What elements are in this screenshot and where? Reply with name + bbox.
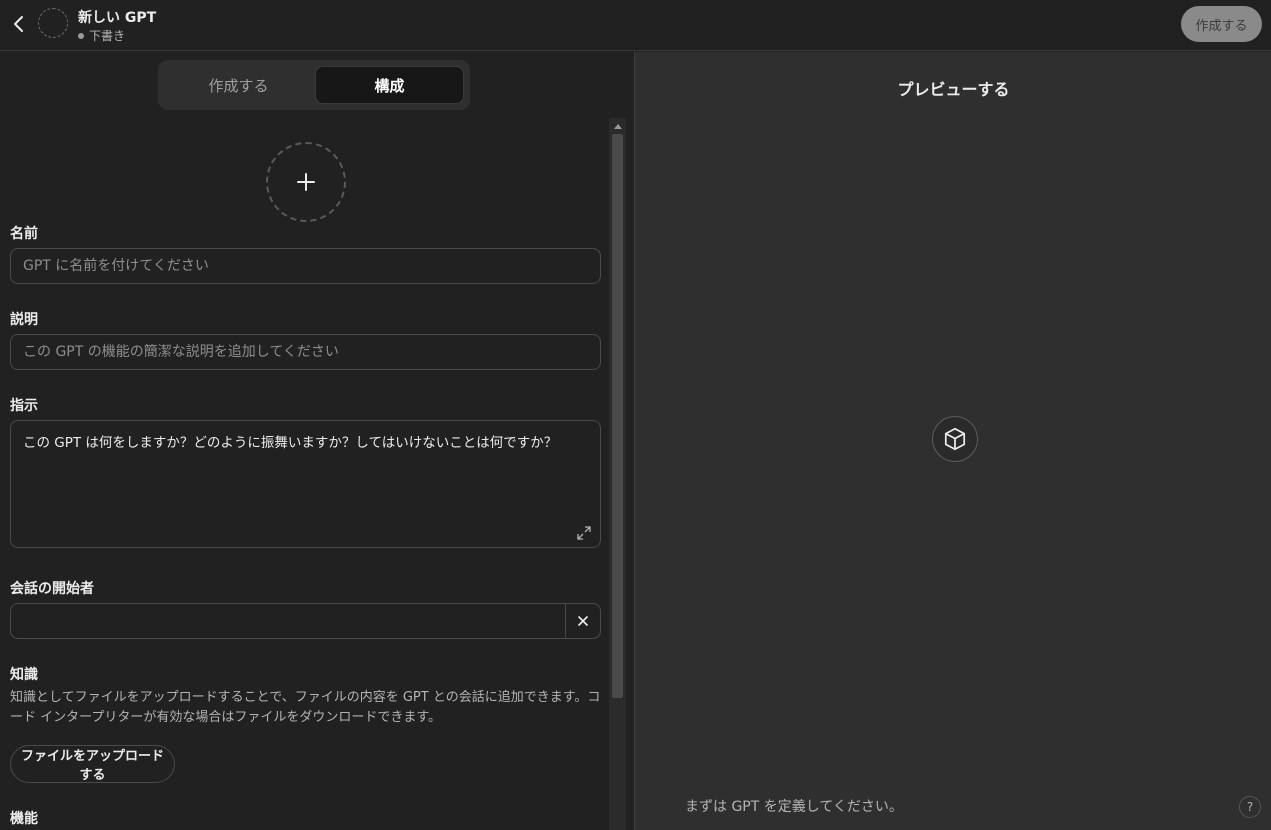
instructions-placeholder: この GPT は何をしますか？どのように振舞いますか？してはいけないことは何です…: [23, 435, 558, 451]
name-input[interactable]: [11, 249, 600, 283]
tab-configure[interactable]: 構成: [315, 66, 464, 104]
description-label: 説明: [10, 312, 38, 328]
description-field[interactable]: [10, 334, 601, 370]
preview-panel: プレビューする まずは GPT を定義してください。 ?: [634, 52, 1271, 830]
preview-hint: まずは GPT を定義してください。: [685, 799, 903, 815]
status-label: 下書き: [89, 29, 126, 43]
upload-avatar-button[interactable]: [266, 142, 346, 222]
tab-create[interactable]: 作成する: [164, 66, 313, 104]
create-button[interactable]: 作成する: [1181, 6, 1262, 42]
knowledge-label: 知識: [10, 667, 38, 683]
upload-files-button[interactable]: ファイルをアップロードする: [10, 745, 175, 783]
draft-status: 下書き: [78, 27, 125, 44]
description-input[interactable]: [11, 335, 600, 369]
editor-panel: 作成する 構成 名前 説明 指示 この GPT は何をしますか？どのように振舞い…: [0, 52, 634, 830]
back-chevron-icon[interactable]: [8, 12, 30, 36]
scroll-up-arrow-icon[interactable]: [609, 120, 626, 132]
name-label: 名前: [10, 226, 38, 242]
instructions-textarea[interactable]: この GPT は何をしますか？どのように振舞いますか？してはいけないことは何です…: [10, 420, 601, 548]
gpt-avatar-placeholder: [38, 8, 68, 38]
help-icon[interactable]: ?: [1239, 796, 1261, 818]
top-bar: 新しい GPT 下書き 作成する: [0, 0, 1271, 51]
preview-title: プレビューする: [897, 80, 1010, 99]
status-dot-icon: [78, 32, 84, 39]
name-field[interactable]: [10, 248, 601, 284]
plus-icon: [297, 173, 315, 191]
mode-tabs: 作成する 構成: [158, 60, 470, 110]
knowledge-description: 知識としてファイルをアップロードすることで、ファイルの内容を GPT との会話に…: [10, 690, 601, 725]
conversation-starter-input[interactable]: [11, 604, 567, 638]
scrollbar[interactable]: [609, 118, 626, 830]
scrollbar-thumb[interactable]: [612, 134, 623, 698]
conversation-starters-label: 会話の開始者: [10, 581, 94, 597]
expand-icon[interactable]: [576, 525, 592, 541]
conversation-starter-field: [10, 603, 601, 639]
instructions-label: 指示: [10, 398, 38, 414]
page-title: 新しい GPT: [78, 10, 157, 26]
capabilities-label: 機能: [10, 811, 38, 827]
close-icon[interactable]: [565, 604, 600, 638]
cube-icon: [932, 416, 978, 462]
